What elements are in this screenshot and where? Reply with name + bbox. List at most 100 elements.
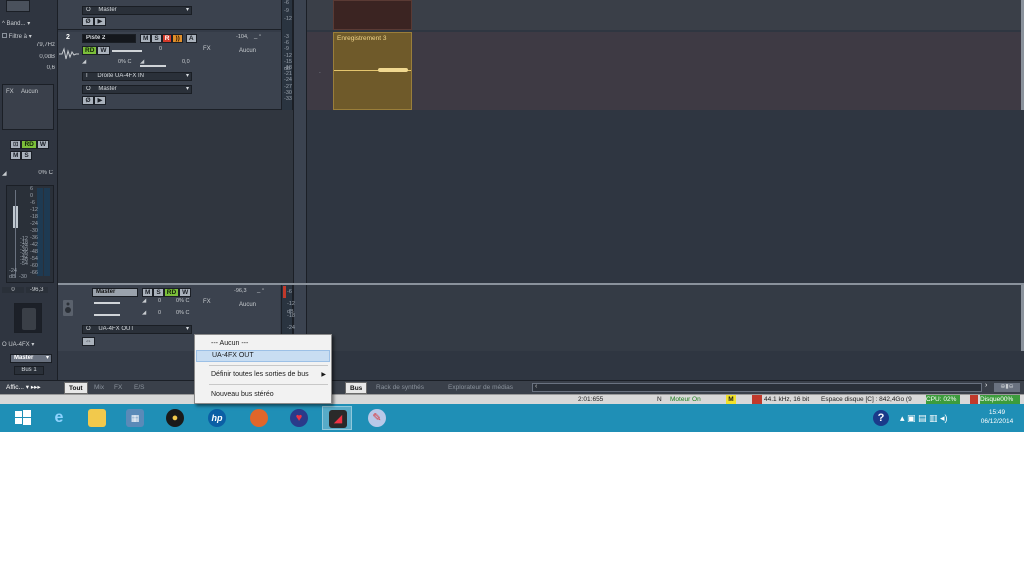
menu-item-none[interactable]: --- Aucun ---	[196, 338, 330, 350]
tab-all[interactable]: Tout	[64, 382, 88, 394]
phase-button[interactable]: Ø	[82, 17, 94, 26]
peak-readout[interactable]: -96,3	[25, 287, 48, 293]
master-volume-slider[interactable]	[94, 302, 120, 304]
track2-fx-bin[interactable]: FX Aucun	[198, 44, 278, 104]
system-tray-icons[interactable]: ▴ ▣ ▤ ▥ ◂)	[900, 404, 972, 432]
scroll-left-icon[interactable]: ‹	[535, 383, 537, 390]
help-tray-icon[interactable]: ?	[872, 404, 890, 432]
track2-meter-tick: -33	[284, 96, 292, 102]
menu-item-new-stereo-bus[interactable]: Nouveau bus stéréo	[196, 389, 330, 401]
meter-tick-label: -48	[30, 249, 38, 255]
master-pan-value-2[interactable]: 0% C	[176, 310, 189, 316]
track2-width-value[interactable]: 0,0	[182, 59, 190, 65]
start-button[interactable]	[8, 406, 38, 430]
taskbar-sonar[interactable]: ◢	[322, 406, 352, 430]
clock[interactable]: 15:49 06/12/2014	[972, 404, 1022, 432]
write-button[interactable]: W	[97, 46, 110, 55]
menu-item-set-all-bus-outputs[interactable]: Définir toutes les sorties de bus ▶	[196, 369, 330, 381]
taskbar-firefox[interactable]	[244, 406, 274, 430]
pan-value: 0% C	[38, 170, 53, 176]
gain-value[interactable]: 0,0dB	[2, 54, 55, 63]
archive-button[interactable]: A	[185, 34, 197, 43]
track2-buttons: M S R)) A	[140, 34, 197, 43]
eq-preset-row[interactable]: ^ Band... ▾	[2, 20, 55, 29]
read-button[interactable]: RD	[163, 288, 180, 297]
tab-synth-rack[interactable]: Rack de synthés	[372, 382, 428, 394]
mute-button[interactable]: M	[140, 34, 152, 43]
track2-pan-value[interactable]: 0% C	[118, 59, 131, 65]
master-output-select[interactable]: O UA-4FX OUT ▾	[82, 325, 192, 334]
track1-output-select[interactable]: O Master ▾	[82, 6, 192, 15]
taskbar-calculator[interactable]: ▦	[120, 406, 150, 430]
write-button[interactable]: W	[36, 140, 49, 149]
output-label: UA-4FX	[8, 342, 30, 348]
mute-button[interactable]: M	[10, 151, 22, 160]
taskbar-media[interactable]: ●	[160, 406, 190, 430]
track2-output-select[interactable]: O Master ▾	[82, 85, 192, 94]
splitter-bar[interactable]	[293, 0, 307, 380]
menu-item-ua4fx-out[interactable]: UA-4FX OUT	[196, 350, 330, 362]
taskbar-hp[interactable]: hp	[202, 406, 232, 430]
display-menu[interactable]: Affic... ▾ ▸▸▸	[2, 382, 45, 394]
audio-clip-recording3[interactable]: Enregistrement 3	[333, 32, 412, 110]
tab-media-browser[interactable]: Explorateur de médias	[444, 382, 517, 394]
filter-row[interactable]: Filtre à ▾	[2, 33, 55, 42]
taskbar-ie[interactable]: e	[44, 406, 74, 430]
fx-value: Aucun	[21, 89, 39, 95]
scroll-right-icon[interactable]: ›	[985, 382, 987, 389]
tab-io[interactable]: E/S	[130, 382, 148, 394]
solo-button[interactable]: S	[153, 288, 164, 297]
minimize-icon[interactable]: _ ▫	[257, 287, 264, 293]
input-echo-button[interactable]: ⊡	[10, 140, 22, 149]
taskbar-heart-app[interactable]: ♥	[284, 406, 314, 430]
bus-select[interactable]: Master ▾	[10, 354, 52, 363]
output-row[interactable]: O UA-4FX ▾	[2, 341, 55, 350]
bus-select-label: Master	[14, 355, 34, 361]
master-volume-slider-2[interactable]	[94, 314, 120, 316]
tab-bus[interactable]: Bus	[345, 382, 368, 394]
inspector-fader-area: 6 0 -6 -12 -18 -24 -30 -36 -42 -48 -54 -60 -66 -12 -1…	[6, 185, 54, 283]
speaker-icon	[60, 299, 76, 317]
filter-checkbox[interactable]	[2, 33, 7, 38]
q-value[interactable]: 0,6	[2, 65, 55, 74]
solo-button[interactable]: S	[151, 34, 162, 43]
solo-button[interactable]: S	[21, 151, 32, 160]
pan-row[interactable]: ◢ 0% C	[2, 170, 55, 179]
tab-mix[interactable]: Mix	[90, 382, 108, 394]
write-button[interactable]: W	[179, 288, 192, 297]
read-button[interactable]: RD	[82, 46, 98, 55]
zoom-controls[interactable]: ⊕▮⊖	[994, 383, 1020, 392]
master-pan-value[interactable]: 0% C	[176, 298, 189, 304]
freq-value[interactable]: 79,7Hz	[2, 42, 55, 51]
taskbar-paint[interactable]: ✎	[362, 406, 392, 430]
track2-input-select[interactable]: I Droite UA-4FX IN ▾	[82, 72, 192, 81]
track2-volume-slider[interactable]	[112, 50, 142, 52]
eq-icon: ^	[2, 21, 5, 27]
interleave-button[interactable]: ▶	[94, 96, 106, 105]
horizontal-scrollbar[interactable]: ‹	[532, 383, 982, 392]
lane-dash: -	[319, 70, 321, 76]
record-arm-button[interactable]: R	[161, 34, 173, 43]
eq-preset-label: Band...	[6, 21, 26, 27]
phase-button[interactable]: Ø	[82, 96, 94, 105]
track1-small-buttons: Ø ▶	[82, 17, 106, 26]
track2-width-slider[interactable]	[140, 65, 166, 67]
track2-output-label: Master	[98, 86, 117, 92]
track2-name[interactable]: Piste 2	[82, 34, 136, 43]
track2-meter-tick: -12	[284, 52, 292, 59]
mute-button[interactable]: M	[142, 288, 154, 297]
master-name[interactable]: Master	[92, 288, 138, 297]
audio-clip-track1[interactable]	[333, 0, 412, 30]
output-icon: O	[86, 326, 91, 332]
interleave-button[interactable]: ▶	[94, 17, 106, 26]
tab-fx[interactable]: FX	[110, 382, 126, 394]
input-echo-button[interactable]: ))	[172, 34, 183, 43]
taskbar-explorer[interactable]	[82, 406, 112, 430]
interleave-button[interactable]: ⇔	[82, 337, 95, 346]
meter-tick-label: -30	[30, 228, 38, 234]
fx-bin[interactable]: FX Aucun	[2, 84, 54, 130]
minimize-icon[interactable]: _ ▫	[254, 33, 261, 39]
volume-readout[interactable]: 0	[2, 287, 24, 293]
eq-graph-thumb[interactable]	[6, 0, 30, 12]
read-button[interactable]: RD	[21, 140, 37, 149]
